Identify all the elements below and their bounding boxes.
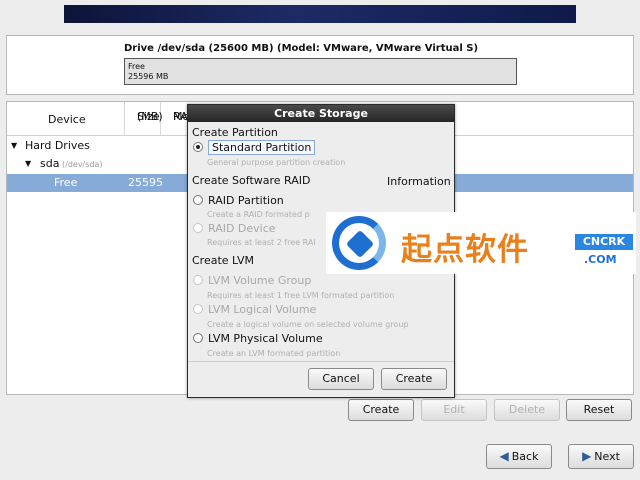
radio-raid-partition[interactable]: RAID Partition xyxy=(193,194,284,207)
desc-raid-partition: Create a RAID formated p xyxy=(207,210,310,219)
radio-selected-icon xyxy=(193,142,203,152)
section-create-partition: Create Partition xyxy=(192,126,278,139)
cancel-button[interactable]: Cancel xyxy=(308,368,374,390)
desc-lvm-logical-volume: Create a logical volume on selected volu… xyxy=(207,320,409,329)
radio-lvm-logical-volume[interactable]: LVM Logical Volume xyxy=(193,303,316,316)
desc-lvm-volume-group: Requires at least 1 free LVM formated pa… xyxy=(207,291,395,300)
edit-button[interactable]: Edit xyxy=(421,399,487,421)
radio-unselected-icon xyxy=(193,275,203,285)
drive-free-segment[interactable]: Free 25596 MB xyxy=(124,58,517,85)
header-banner xyxy=(64,5,576,23)
next-button[interactable]: ▶ Next xyxy=(568,444,634,469)
desc-raid-device: Requires at least 2 free RAI xyxy=(207,238,316,247)
radio-standard-partition[interactable]: Standard Partition xyxy=(193,140,316,155)
radio-unselected-icon xyxy=(193,195,203,205)
column-header-size[interactable]: Size (MB) xyxy=(125,102,163,136)
arrow-left-icon: ◀ xyxy=(499,449,509,463)
reset-button[interactable]: Reset xyxy=(566,399,632,421)
delete-button[interactable]: Delete xyxy=(494,399,560,421)
column-header-device[interactable]: Device xyxy=(7,102,125,136)
arrow-right-icon: ▶ xyxy=(582,449,592,463)
dialog-title: Create Storage xyxy=(188,105,454,122)
information-label: Information xyxy=(387,175,451,188)
radio-lvm-physical-volume[interactable]: LVM Physical Volume xyxy=(193,332,323,345)
section-create-raid: Create Software RAID xyxy=(192,174,311,187)
dialog-create-button[interactable]: Create xyxy=(381,368,447,390)
watermark-badge: CNCRK xyxy=(575,234,633,250)
radio-raid-device[interactable]: RAID Device xyxy=(193,222,276,235)
expander-down-icon[interactable]: ▼ xyxy=(25,159,31,168)
desc-standard-partition: General purpose partition creation xyxy=(207,158,346,167)
drive-segment-size: 25596 MB xyxy=(128,72,169,81)
dialog-separator xyxy=(188,361,454,362)
radio-unselected-icon xyxy=(193,333,203,343)
radio-unselected-icon xyxy=(193,223,203,233)
watermark-text: 起点软件 xyxy=(401,232,529,268)
radio-lvm-volume-group[interactable]: LVM Volume Group xyxy=(193,274,311,287)
watermark-domain: .COM xyxy=(584,253,617,266)
create-button[interactable]: Create xyxy=(348,399,414,421)
expander-down-icon[interactable]: ▼ xyxy=(11,141,17,150)
section-create-lvm: Create LVM xyxy=(192,254,254,267)
back-button[interactable]: ◀ Back xyxy=(486,444,552,469)
drive-title: Drive /dev/sda (25600 MB) (Model: VMware… xyxy=(124,43,479,54)
radio-unselected-icon xyxy=(193,304,203,314)
watermark: 起点软件 CNCRK .COM xyxy=(326,212,636,274)
drive-segment-label: Free xyxy=(128,62,145,71)
drive-panel: Drive /dev/sda (25600 MB) (Model: VMware… xyxy=(6,35,634,95)
desc-lvm-physical-volume: Create an LVM formated partition xyxy=(207,349,341,358)
